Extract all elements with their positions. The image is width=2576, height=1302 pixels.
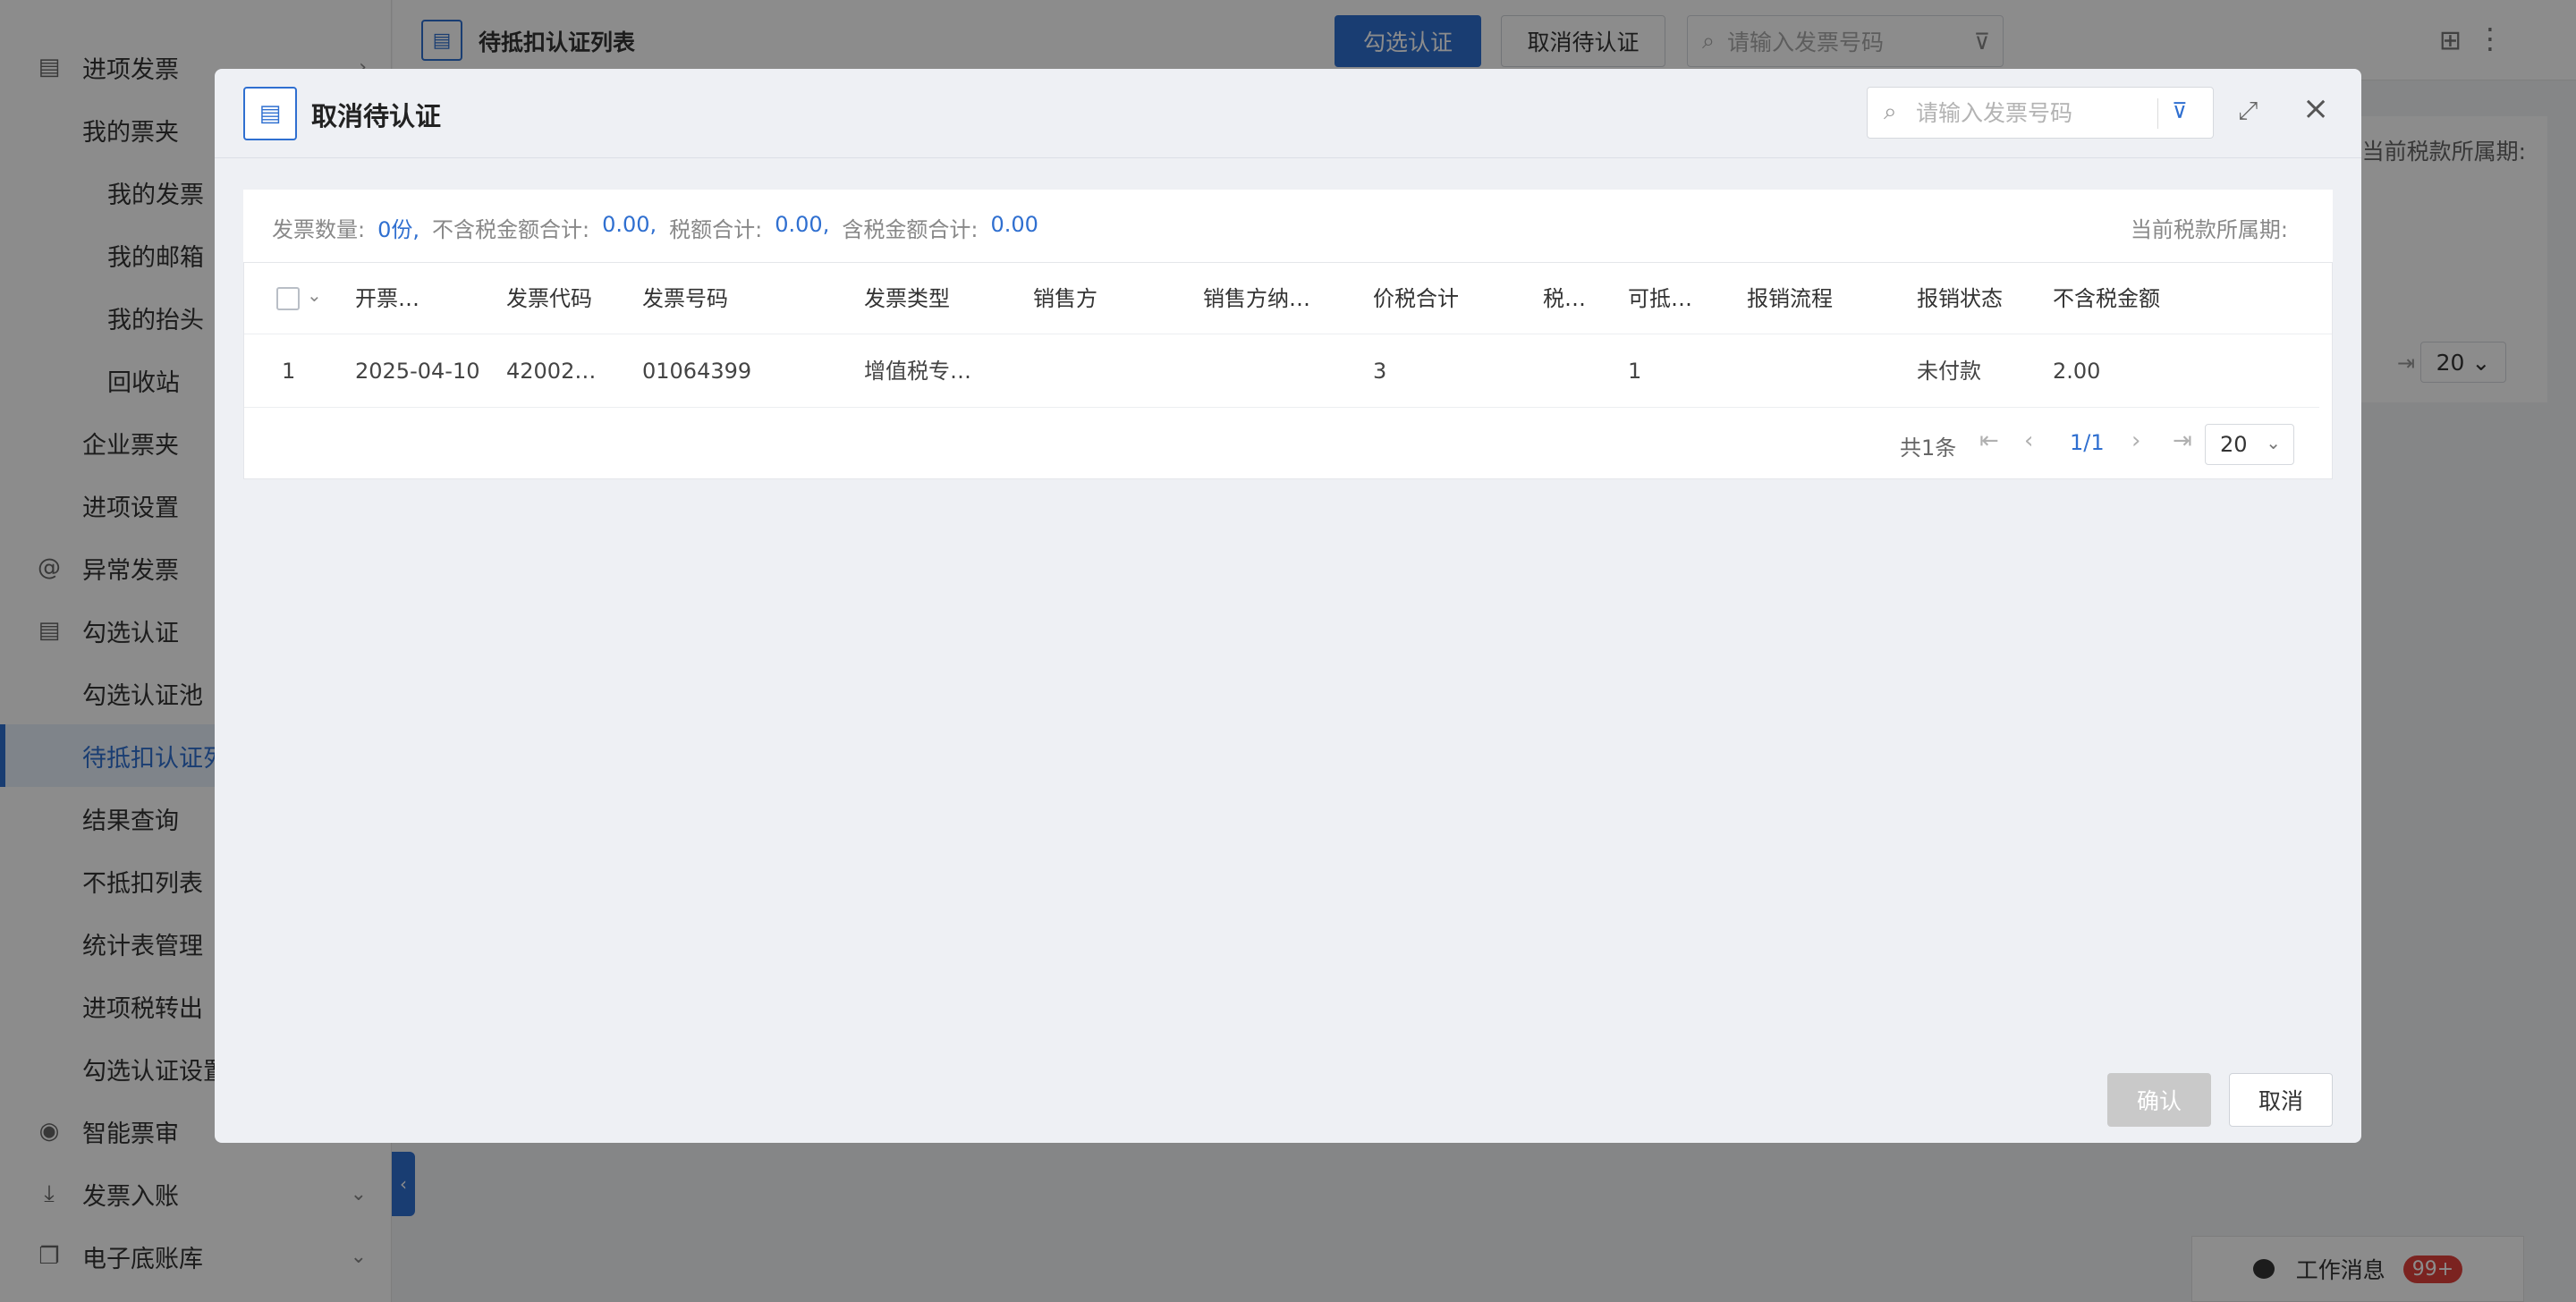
reimbursement-flow-cell	[1747, 334, 1899, 408]
tax-total-label: 税额合计:	[669, 217, 763, 242]
page-size-value: 20	[2220, 432, 2248, 457]
column-header[interactable]: 销售方	[1033, 263, 1185, 334]
column-header[interactable]: 发票号码	[642, 263, 848, 334]
column-header[interactable]: 发票代码	[506, 263, 631, 334]
column-header[interactable]: 报销状态	[1917, 263, 2042, 334]
row-index: 1	[282, 359, 296, 384]
invoice-date-cell: 2025-04-10	[355, 359, 480, 384]
table-row[interactable]: 1 2025-04-10 42002… 01064399 增值税专… 3 1 未…	[244, 334, 2319, 408]
tax-period-label: 当前税款所属期:	[2130, 217, 2288, 242]
chevron-down-icon: ⌄	[2266, 432, 2281, 453]
total-amount-cell: 3	[1373, 359, 1387, 384]
invoice-table: ⌄ 开票… 发票代码 发票号码 发票类型 销售方 销售方纳… 价税合计 税… 可…	[243, 262, 2333, 479]
seller-taxpayer-cell	[1203, 334, 1360, 408]
column-header[interactable]: 可抵…	[1628, 263, 1726, 334]
page-indicator: 1/1	[2070, 430, 2105, 455]
incl-tax-label: 含税金额合计:	[842, 217, 979, 242]
dialog-title: 取消待认证	[311, 101, 442, 131]
excl-tax-label: 不含税金额合计:	[432, 217, 590, 242]
total-count: 共1条	[1900, 435, 1957, 461]
pagination: 共1条 ⇤ ‹ 1/1 › ⇥ 20 ⌄	[244, 408, 2332, 479]
next-page-icon[interactable]: ›	[2131, 427, 2140, 454]
document-icon: ▤	[243, 87, 297, 140]
invoice-number-cell: 01064399	[642, 359, 752, 384]
reimbursement-status-cell: 未付款	[1917, 359, 1981, 384]
invoice-number-search-input[interactable]	[1916, 95, 2148, 131]
dialog-search: ⌕ ⊽	[1867, 87, 2214, 139]
first-page-icon[interactable]: ⇤	[1979, 427, 1999, 454]
column-header[interactable]: 销售方纳…	[1203, 263, 1360, 334]
select-all-checkbox[interactable]	[276, 287, 300, 310]
chevron-down-icon[interactable]: ⌄	[307, 284, 322, 306]
prev-page-icon[interactable]: ‹	[2024, 427, 2033, 454]
tax-cell	[1543, 334, 1614, 408]
amount-excl-tax-cell: 2.00	[2053, 359, 2101, 384]
page-size-select[interactable]: 20 ⌄	[2205, 424, 2294, 465]
filter-icon[interactable]: ⊽	[2172, 98, 2188, 123]
expand-icon[interactable]: ⤢	[2238, 96, 2258, 126]
count-label: 发票数量:	[272, 217, 366, 242]
incl-tax-value: 0.00	[990, 212, 1038, 237]
invoice-code-cell: 42002…	[506, 359, 597, 384]
table-header: ⌄ 开票… 发票代码 发票号码 发票类型 销售方 销售方纳… 价税合计 税… 可…	[244, 263, 2332, 334]
column-header[interactable]: 开票…	[355, 263, 489, 334]
last-page-icon[interactable]: ⇥	[2173, 427, 2192, 454]
column-header[interactable]: 价税合计	[1373, 263, 1525, 334]
count-value: 0份,	[377, 217, 419, 242]
column-header[interactable]: 发票类型	[864, 263, 1016, 334]
deductible-cell: 1	[1628, 359, 1642, 384]
seller-cell	[1033, 334, 1185, 408]
dialog-header: ▤ 取消待认证 ⌕ ⊽ ⤢ ×	[215, 69, 2361, 158]
search-icon: ⌕	[1884, 98, 1897, 125]
excl-tax-value: 0.00,	[602, 212, 657, 237]
close-icon[interactable]: ×	[2302, 90, 2329, 127]
column-header[interactable]: 不含税金额	[2053, 263, 2232, 334]
confirm-button[interactable]: 确认	[2107, 1073, 2211, 1127]
cancel-pending-dialog: ▤ 取消待认证 ⌕ ⊽ ⤢ × 发票数量: 0份, 不含税金额合计: 0.00,…	[215, 69, 2361, 1143]
column-header[interactable]: 税…	[1543, 263, 1614, 334]
column-header[interactable]: 报销流程	[1747, 263, 1899, 334]
invoice-type-cell: 增值税专…	[864, 359, 971, 384]
cancel-button[interactable]: 取消	[2229, 1073, 2333, 1127]
tax-total-value: 0.00,	[775, 212, 830, 237]
summary-bar: 发票数量: 0份, 不含税金额合计: 0.00, 税额合计: 0.00, 含税金…	[243, 190, 2333, 263]
search-divider	[2157, 98, 2158, 129]
